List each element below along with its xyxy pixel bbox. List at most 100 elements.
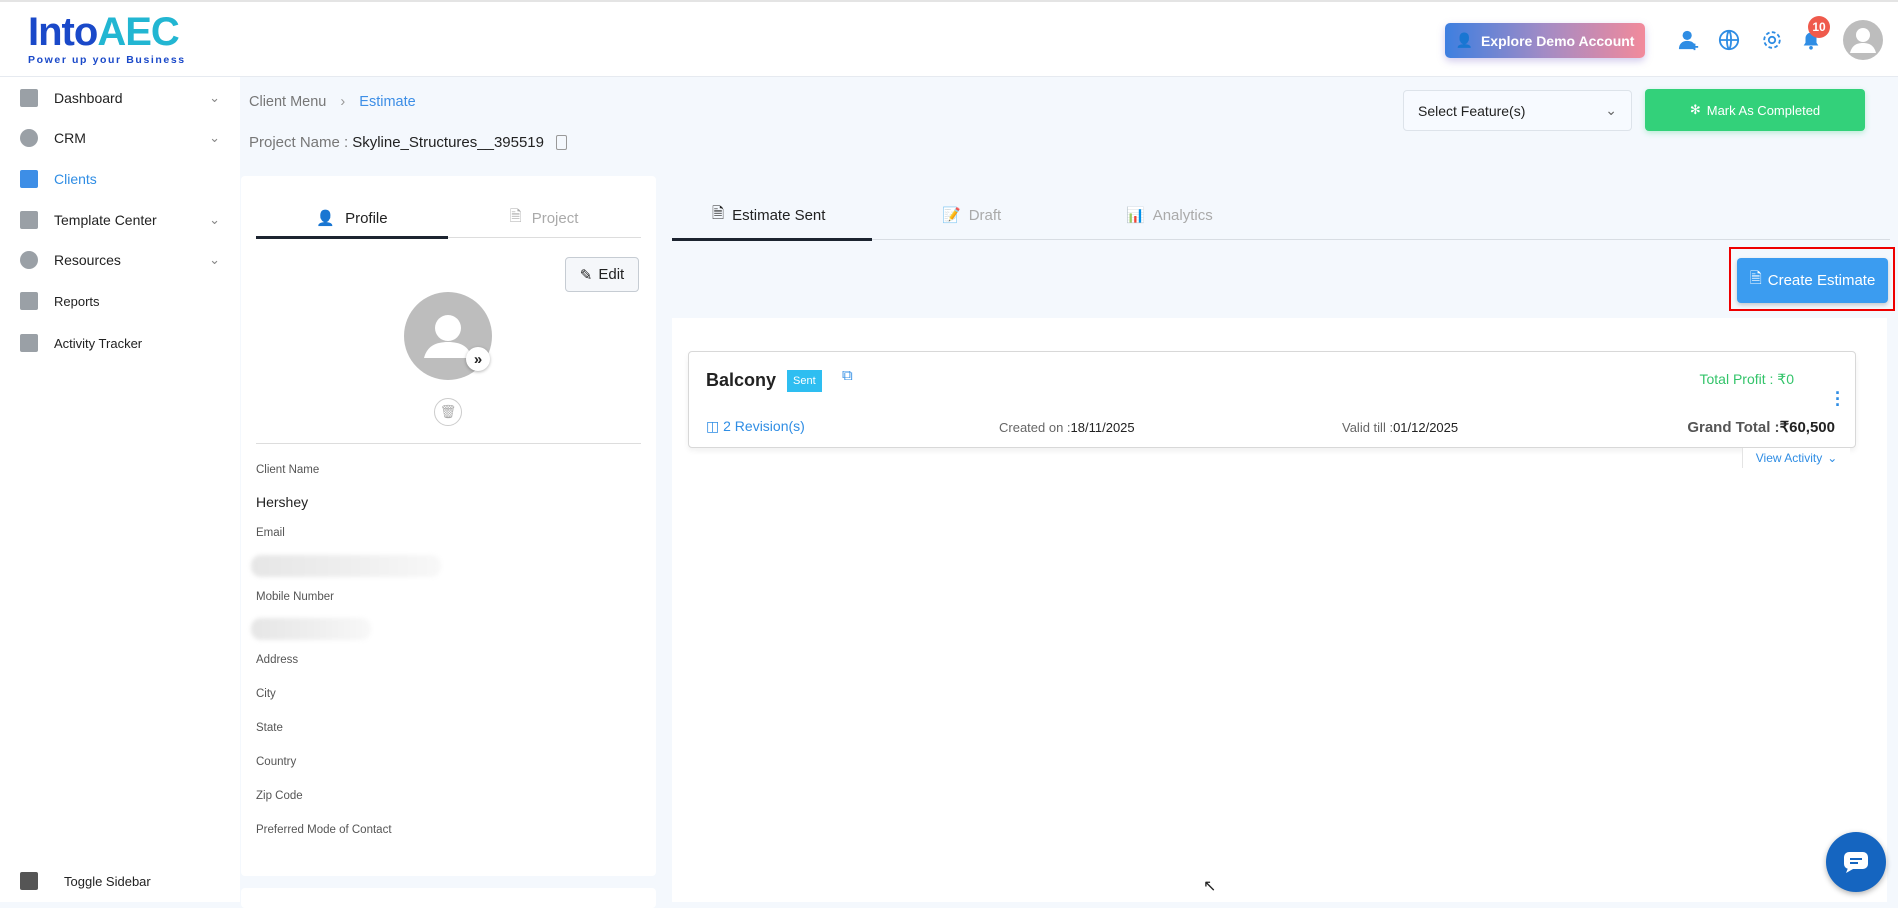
add-user-icon[interactable] bbox=[1676, 27, 1702, 53]
total-profit: Total Profit : ₹0 bbox=[1699, 371, 1795, 387]
sidebar-label: Resources bbox=[54, 252, 121, 268]
toggle-sidebar-button[interactable]: Toggle Sidebar bbox=[20, 866, 220, 896]
divider bbox=[256, 443, 641, 444]
chat-widget-button[interactable] bbox=[1826, 832, 1886, 892]
mobile-value-redacted bbox=[251, 618, 371, 640]
sidebar-toggle-icon bbox=[20, 872, 38, 890]
valid-label: Valid till : bbox=[1342, 420, 1394, 435]
sidebar-item-reports[interactable]: Reports bbox=[20, 286, 220, 316]
chevron-down-icon: ⌄ bbox=[1605, 102, 1617, 118]
valid-till-date: Valid till :01/12/2025 bbox=[1342, 420, 1458, 435]
top-header: IntoAEC Power up your Business 👤 Explore … bbox=[0, 0, 1898, 77]
chevron-down-icon: ⌄ bbox=[209, 90, 220, 105]
project-name: Project Name : Skyline_Structures__39551… bbox=[249, 134, 567, 151]
created-value: 18/11/2025 bbox=[1070, 420, 1135, 435]
sidebar-item-crm[interactable]: CRM ⌄ bbox=[20, 123, 220, 153]
sidebar-label: Dashboard bbox=[54, 90, 123, 106]
email-value-redacted bbox=[251, 555, 441, 577]
gear-icon[interactable] bbox=[1759, 27, 1785, 53]
grand-total: Grand Total :₹60,500 bbox=[1687, 418, 1835, 436]
tab-analytics[interactable]: 📊 Analytics bbox=[1126, 198, 1213, 232]
external-link-icon[interactable]: ⧉ bbox=[842, 367, 853, 384]
create-estimate-button[interactable]: 🗎 Create Estimate bbox=[1737, 258, 1888, 303]
notification-badge: 10 bbox=[1808, 16, 1830, 38]
draft-icon: 📝 bbox=[942, 207, 961, 224]
chevron-right-icon: › bbox=[340, 94, 346, 110]
email-label: Email bbox=[256, 527, 285, 539]
resources-icon bbox=[20, 251, 38, 269]
user-avatar[interactable] bbox=[1843, 20, 1883, 60]
active-tab-indicator bbox=[672, 238, 872, 241]
explore-demo-account-button[interactable]: 👤 Explore Demo Account bbox=[1445, 23, 1645, 58]
client-profile-card: 👤 Profile 🗎 Project ✎ Edit » 🗑 Client Name … bbox=[241, 176, 656, 876]
edit-button[interactable]: ✎ Edit bbox=[565, 257, 639, 292]
chevron-down-icon: ⌄ bbox=[209, 130, 220, 145]
sidebar-item-template-center[interactable]: Template Center ⌄ bbox=[20, 205, 220, 235]
template-icon bbox=[20, 211, 38, 229]
tab-label: Estimate Sent bbox=[732, 206, 826, 224]
user-icon: 👤 bbox=[1455, 32, 1473, 48]
mouse-cursor: ↖ bbox=[1203, 878, 1217, 895]
analytics-icon: 📊 bbox=[1126, 207, 1145, 224]
tab-estimate-sent[interactable]: 🗎 Estimate Sent bbox=[712, 198, 825, 232]
reports-icon bbox=[20, 292, 38, 310]
tab-label: Profile bbox=[345, 209, 388, 227]
country-label: Country bbox=[256, 756, 297, 768]
created-label: Created on : bbox=[999, 420, 1071, 435]
chevron-down-icon: ⌄ bbox=[209, 212, 220, 227]
city-label: City bbox=[256, 688, 276, 700]
status-badge: Sent bbox=[787, 370, 822, 392]
tab-label: Analytics bbox=[1152, 206, 1213, 224]
copy-icon[interactable] bbox=[556, 135, 567, 150]
badge-check-icon: ✻ bbox=[1689, 102, 1701, 117]
clients-icon bbox=[20, 170, 38, 188]
secondary-card bbox=[241, 888, 656, 908]
logo-text: Into bbox=[28, 10, 98, 54]
project-name-value: Skyline_Structures__395519 bbox=[352, 134, 544, 151]
sidebar-label: CRM bbox=[54, 130, 86, 146]
created-date: Created on :18/11/2025 bbox=[999, 420, 1135, 435]
client-name-value: Hershey bbox=[256, 494, 309, 510]
project-icon: 🗎 bbox=[509, 207, 522, 225]
view-activity-label: View Activity bbox=[1755, 451, 1823, 465]
mark-completed-label: Mark As Completed bbox=[1706, 102, 1821, 118]
sidebar-item-clients[interactable]: Clients bbox=[20, 164, 220, 194]
person-icon: 👤 bbox=[316, 210, 336, 227]
trash-icon[interactable]: 🗑 bbox=[434, 398, 462, 426]
project-name-label: Project Name : bbox=[249, 134, 349, 151]
valid-value: 01/12/2025 bbox=[1393, 420, 1459, 435]
double-chevron-icon[interactable]: » bbox=[466, 347, 490, 371]
receipt-icon: 🗎 bbox=[1749, 270, 1762, 287]
chat-icon bbox=[1844, 852, 1868, 873]
create-estimate-label: Create Estimate bbox=[1767, 272, 1876, 289]
chevron-down-icon: ⌄ bbox=[1827, 451, 1838, 465]
sidebar-item-resources[interactable]: Resources ⌄ bbox=[20, 245, 220, 275]
sidebar-item-activity-tracker[interactable]: Activity Tracker bbox=[20, 328, 220, 358]
grand-total-value: ₹60,500 bbox=[1779, 419, 1835, 436]
sidebar-label: Activity Tracker bbox=[54, 335, 143, 351]
crm-icon bbox=[20, 129, 38, 147]
globe-icon[interactable] bbox=[1716, 27, 1742, 53]
contact-mode-label: Preferred Mode of Contact bbox=[256, 824, 392, 836]
tab-profile[interactable]: 👤 Profile bbox=[256, 198, 448, 238]
kebab-menu-icon[interactable]: · · · bbox=[1835, 384, 1841, 414]
logo-tagline: Power up your Business bbox=[28, 54, 186, 66]
tab-draft[interactable]: 📝 Draft bbox=[942, 198, 1001, 232]
mark-as-completed-button[interactable]: ✻ Mark As Completed bbox=[1645, 89, 1865, 131]
intoaec-logo[interactable]: IntoAEC Power up your Business bbox=[28, 10, 186, 66]
breadcrumb-client-menu[interactable]: Client Menu bbox=[249, 94, 326, 110]
zip-label: Zip Code bbox=[256, 790, 303, 802]
revisions-link[interactable]: ◫ 2 Revision(s) bbox=[706, 418, 805, 435]
select-placeholder: Select Feature(s) bbox=[1418, 102, 1526, 119]
view-activity-toggle[interactable]: View Activity ⌄ bbox=[1742, 448, 1850, 468]
breadcrumb-estimate: Estimate bbox=[359, 94, 416, 110]
sidebar: Dashboard ⌄ CRM ⌄ Clients Template Center ⌄… bbox=[0, 77, 240, 902]
tab-project[interactable]: 🗎 Project bbox=[448, 198, 640, 238]
estimate-card[interactable]: Balcony Sent ⧉ Total Profit : ₹0 · · · ◫ 2… bbox=[688, 351, 1856, 448]
sidebar-item-dashboard[interactable]: Dashboard ⌄ bbox=[20, 83, 220, 113]
pencil-icon: ✎ bbox=[579, 266, 593, 284]
revisions-label: 2 Revision(s) bbox=[723, 418, 805, 434]
select-features-dropdown[interactable]: Select Feature(s) ⌄ bbox=[1403, 90, 1632, 131]
tab-label: Project bbox=[531, 209, 579, 227]
toggle-label: Toggle Sidebar bbox=[64, 873, 151, 889]
